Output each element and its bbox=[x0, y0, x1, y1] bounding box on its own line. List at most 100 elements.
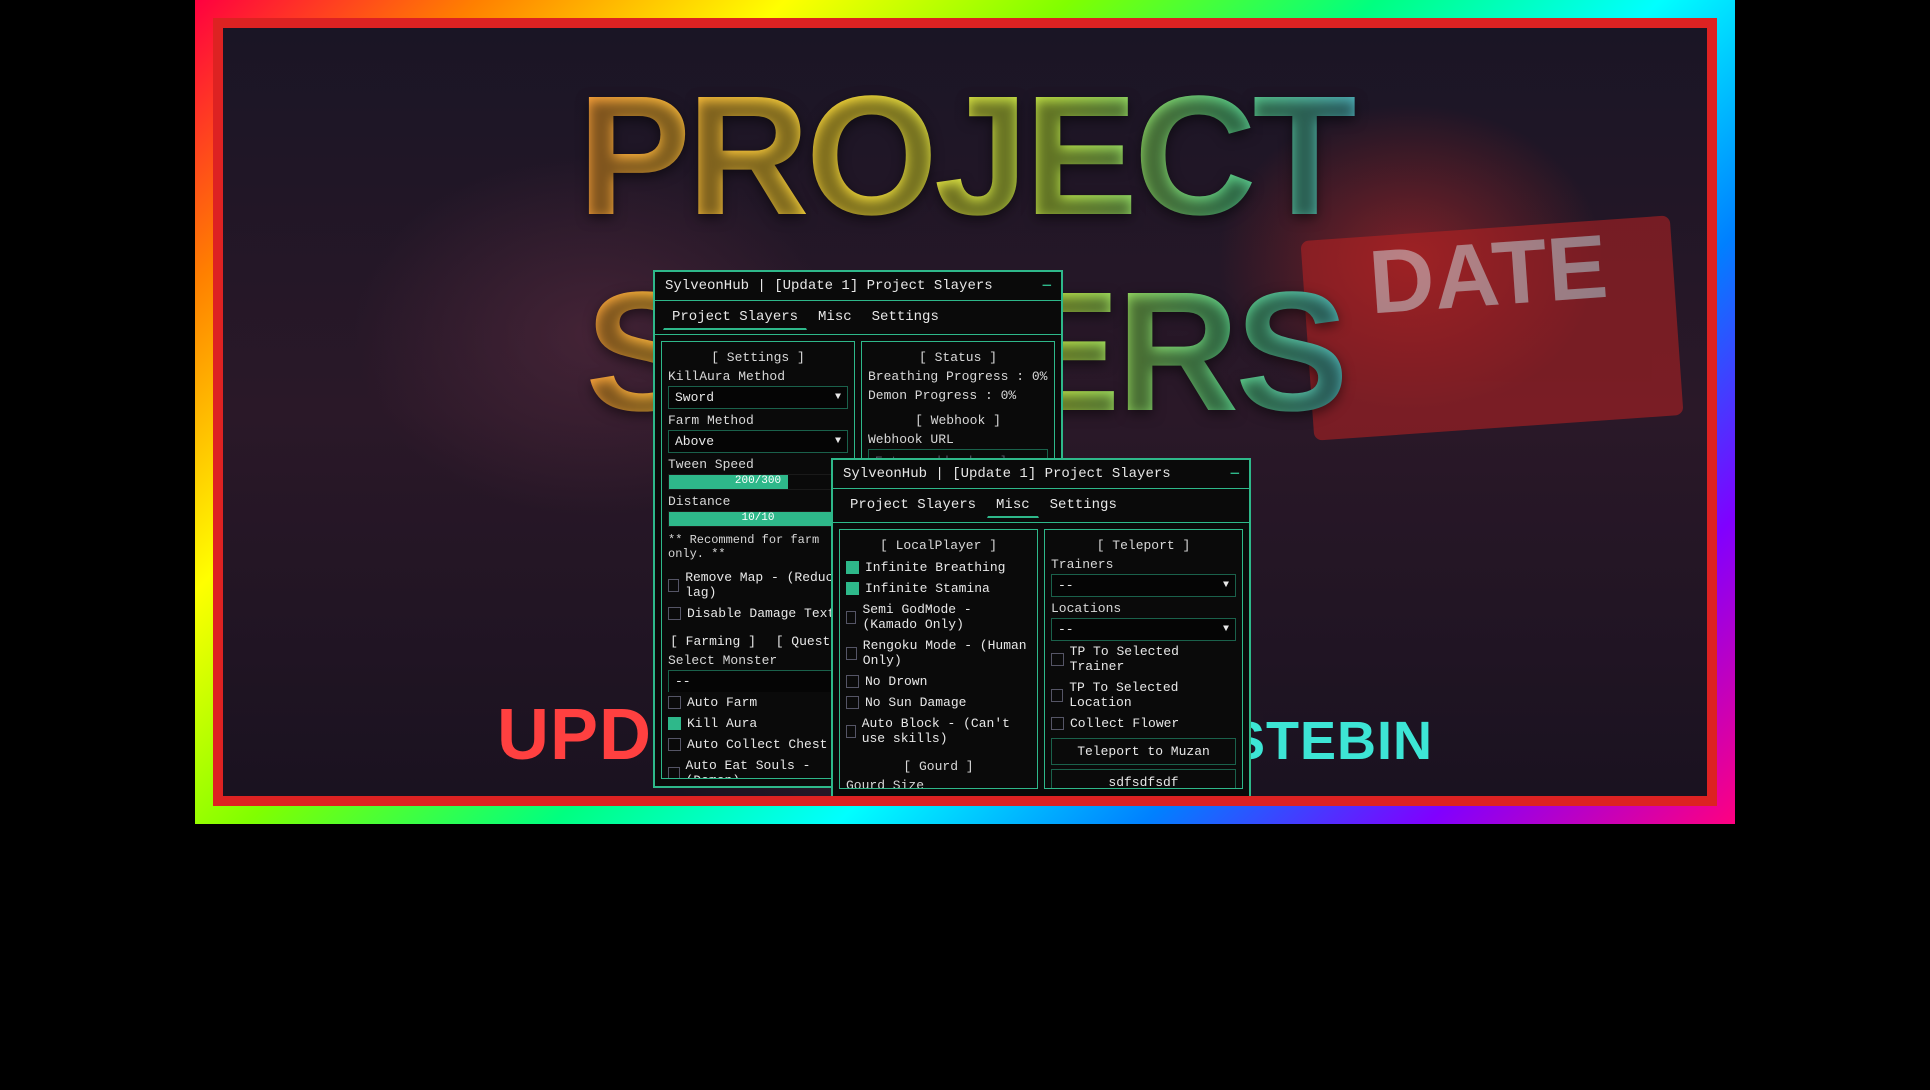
semi-godmode-checkbox[interactable]: Semi GodMode - (Kamado Only) bbox=[846, 599, 1031, 635]
rengoku-mode-checkbox[interactable]: Rengoku Mode - (Human Only) bbox=[846, 635, 1031, 671]
semi-godmode-label: Semi GodMode - (Kamado Only) bbox=[862, 602, 1031, 632]
infinite-stamina-checkbox[interactable]: Infinite Stamina bbox=[846, 578, 1031, 599]
checkbox-icon bbox=[1051, 717, 1064, 730]
collect-flower-label: Collect Flower bbox=[1070, 716, 1179, 731]
auto-block-checkbox[interactable]: Auto Block - (Can't use skills) bbox=[846, 713, 1031, 749]
locations-dropdown[interactable]: -- ▼ bbox=[1051, 618, 1236, 641]
checkbox-icon bbox=[668, 607, 681, 620]
tab-project-slayers[interactable]: Project Slayers bbox=[663, 305, 807, 330]
killaura-method-value: Sword bbox=[675, 390, 714, 405]
tp-selected-trainer-checkbox[interactable]: TP To Selected Trainer bbox=[1051, 641, 1236, 677]
caret-down-icon: ▼ bbox=[1223, 580, 1229, 591]
distance-slider[interactable]: 10/10 bbox=[668, 511, 848, 527]
no-drown-checkbox[interactable]: No Drown bbox=[846, 671, 1031, 692]
farm-method-label: Farm Method bbox=[668, 413, 848, 428]
left-panel: [ Settings ] KillAura Method Sword ▼ Far… bbox=[661, 341, 855, 779]
infinite-breathing-label: Infinite Breathing bbox=[865, 560, 1005, 575]
auto-collect-chest-checkbox[interactable]: Auto Collect Chest bbox=[668, 734, 848, 755]
infinite-breathing-checkbox[interactable]: Infinite Breathing bbox=[846, 557, 1031, 578]
tp-selected-location-label: TP To Selected Location bbox=[1069, 680, 1236, 710]
status-header: [ Status ] bbox=[868, 350, 1048, 365]
auto-collect-chest-label: Auto Collect Chest bbox=[687, 737, 827, 752]
collect-flower-checkbox[interactable]: Collect Flower bbox=[1051, 713, 1236, 734]
checkbox-icon bbox=[668, 738, 681, 751]
select-monster-value: -- bbox=[675, 674, 691, 689]
checkbox-icon bbox=[668, 696, 681, 709]
farm-method-value: Above bbox=[675, 434, 714, 449]
tween-speed-value: 200/300 bbox=[735, 475, 781, 487]
trainers-label: Trainers bbox=[1051, 557, 1236, 572]
caret-down-icon: ▼ bbox=[835, 436, 841, 447]
checkbox-checked-icon bbox=[668, 717, 681, 730]
kill-aura-checkbox[interactable]: Kill Aura bbox=[668, 713, 848, 734]
demon-progress: Demon Progress : 0% bbox=[868, 388, 1048, 403]
window-title: SylveonHub | [Update 1] Project Slayers bbox=[843, 466, 1171, 482]
window-title: SylveonHub | [Update 1] Project Slayers bbox=[665, 278, 993, 294]
checkbox-icon bbox=[846, 611, 856, 624]
teleport-panel: [ Teleport ] Trainers -- ▼ Locations -- … bbox=[1044, 529, 1243, 789]
checkbox-icon bbox=[846, 725, 856, 738]
remove-map-checkbox[interactable]: Remove Map - (Reduce lag) bbox=[668, 567, 848, 603]
checkbox-checked-icon bbox=[846, 582, 859, 595]
rainbow-frame: DATE SLAYERS PROJECT SLAYERS SylveonHub … bbox=[195, 0, 1735, 824]
caret-down-icon: ▼ bbox=[1223, 624, 1229, 635]
killaura-method-label: KillAura Method bbox=[668, 369, 848, 384]
farm-method-dropdown[interactable]: Above ▼ bbox=[668, 430, 848, 453]
checkbox-icon bbox=[668, 767, 680, 780]
trainers-dropdown[interactable]: -- ▼ bbox=[1051, 574, 1236, 597]
no-sun-damage-label: No Sun Damage bbox=[865, 695, 966, 710]
auto-farm-checkbox[interactable]: Auto Farm bbox=[668, 692, 848, 713]
breathing-progress: Breathing Progress : 0% bbox=[868, 369, 1048, 384]
tab-settings[interactable]: Settings bbox=[1041, 493, 1126, 518]
auto-eat-souls-label: Auto Eat Souls - (Demon) bbox=[686, 758, 848, 779]
locations-value: -- bbox=[1058, 622, 1074, 637]
checkbox-checked-icon bbox=[846, 561, 859, 574]
tp-selected-location-checkbox[interactable]: TP To Selected Location bbox=[1051, 677, 1236, 713]
titlebar[interactable]: SylveonHub | [Update 1] Project Slayers … bbox=[833, 460, 1249, 489]
checkbox-icon bbox=[1051, 689, 1063, 702]
tab-misc[interactable]: Misc bbox=[809, 305, 861, 330]
gourd-size-label: Gourd Size bbox=[846, 778, 1031, 789]
tween-speed-slider[interactable]: 200/300 bbox=[668, 474, 848, 490]
disable-damage-text-checkbox[interactable]: Disable Damage Text bbox=[668, 603, 848, 624]
auto-block-label: Auto Block - (Can't use skills) bbox=[862, 716, 1031, 746]
caret-down-icon: ▼ bbox=[835, 392, 841, 403]
minimize-icon[interactable]: — bbox=[1043, 278, 1051, 294]
teleport-to-muzan-button[interactable]: Teleport to Muzan bbox=[1051, 738, 1236, 765]
tp-selected-trainer-label: TP To Selected Trainer bbox=[1070, 644, 1236, 674]
select-monster-dropdown[interactable]: -- bbox=[668, 670, 848, 692]
localplayer-panel: [ LocalPlayer ] Infinite Breathing Infin… bbox=[839, 529, 1038, 789]
auto-eat-souls-checkbox[interactable]: Auto Eat Souls - (Demon) bbox=[668, 755, 848, 779]
distance-value: 10/10 bbox=[741, 512, 774, 524]
kill-aura-label: Kill Aura bbox=[687, 716, 757, 731]
killaura-method-dropdown[interactable]: Sword ▼ bbox=[668, 386, 848, 409]
rengoku-mode-label: Rengoku Mode - (Human Only) bbox=[863, 638, 1031, 668]
webhook-url-label: Webhook URL bbox=[868, 432, 1048, 447]
gui-window-second: SylveonHub | [Update 1] Project Slayers … bbox=[831, 458, 1251, 798]
auto-farm-label: Auto Farm bbox=[687, 695, 757, 710]
checkbox-icon bbox=[668, 579, 679, 592]
locations-label: Locations bbox=[1051, 601, 1236, 616]
checkbox-icon bbox=[846, 647, 857, 660]
select-monster-label: Select Monster bbox=[668, 653, 848, 668]
tab-bar: Project Slayers Misc Settings bbox=[655, 301, 1061, 335]
titlebar[interactable]: SylveonHub | [Update 1] Project Slayers … bbox=[655, 272, 1061, 301]
remove-map-label: Remove Map - (Reduce lag) bbox=[685, 570, 848, 600]
checkbox-icon bbox=[1051, 653, 1064, 666]
sdf-button[interactable]: sdfsdfsdf bbox=[1051, 769, 1236, 789]
distance-label: Distance bbox=[668, 494, 848, 509]
tab-project-slayers[interactable]: Project Slayers bbox=[841, 493, 985, 518]
gourd-header: [ Gourd ] bbox=[846, 759, 1031, 774]
tab-settings[interactable]: Settings bbox=[863, 305, 948, 330]
checkbox-icon bbox=[846, 675, 859, 688]
checkbox-icon bbox=[846, 696, 859, 709]
tab-bar: Project Slayers Misc Settings bbox=[833, 489, 1249, 523]
webhook-header: [ Webhook ] bbox=[868, 413, 1048, 428]
disable-damage-text-label: Disable Damage Text bbox=[687, 606, 835, 621]
tab-misc[interactable]: Misc bbox=[987, 493, 1039, 518]
settings-header: [ Settings ] bbox=[668, 350, 848, 365]
tween-speed-label: Tween Speed bbox=[668, 457, 848, 472]
teleport-header: [ Teleport ] bbox=[1051, 538, 1236, 553]
no-sun-damage-checkbox[interactable]: No Sun Damage bbox=[846, 692, 1031, 713]
minimize-icon[interactable]: — bbox=[1231, 466, 1239, 482]
